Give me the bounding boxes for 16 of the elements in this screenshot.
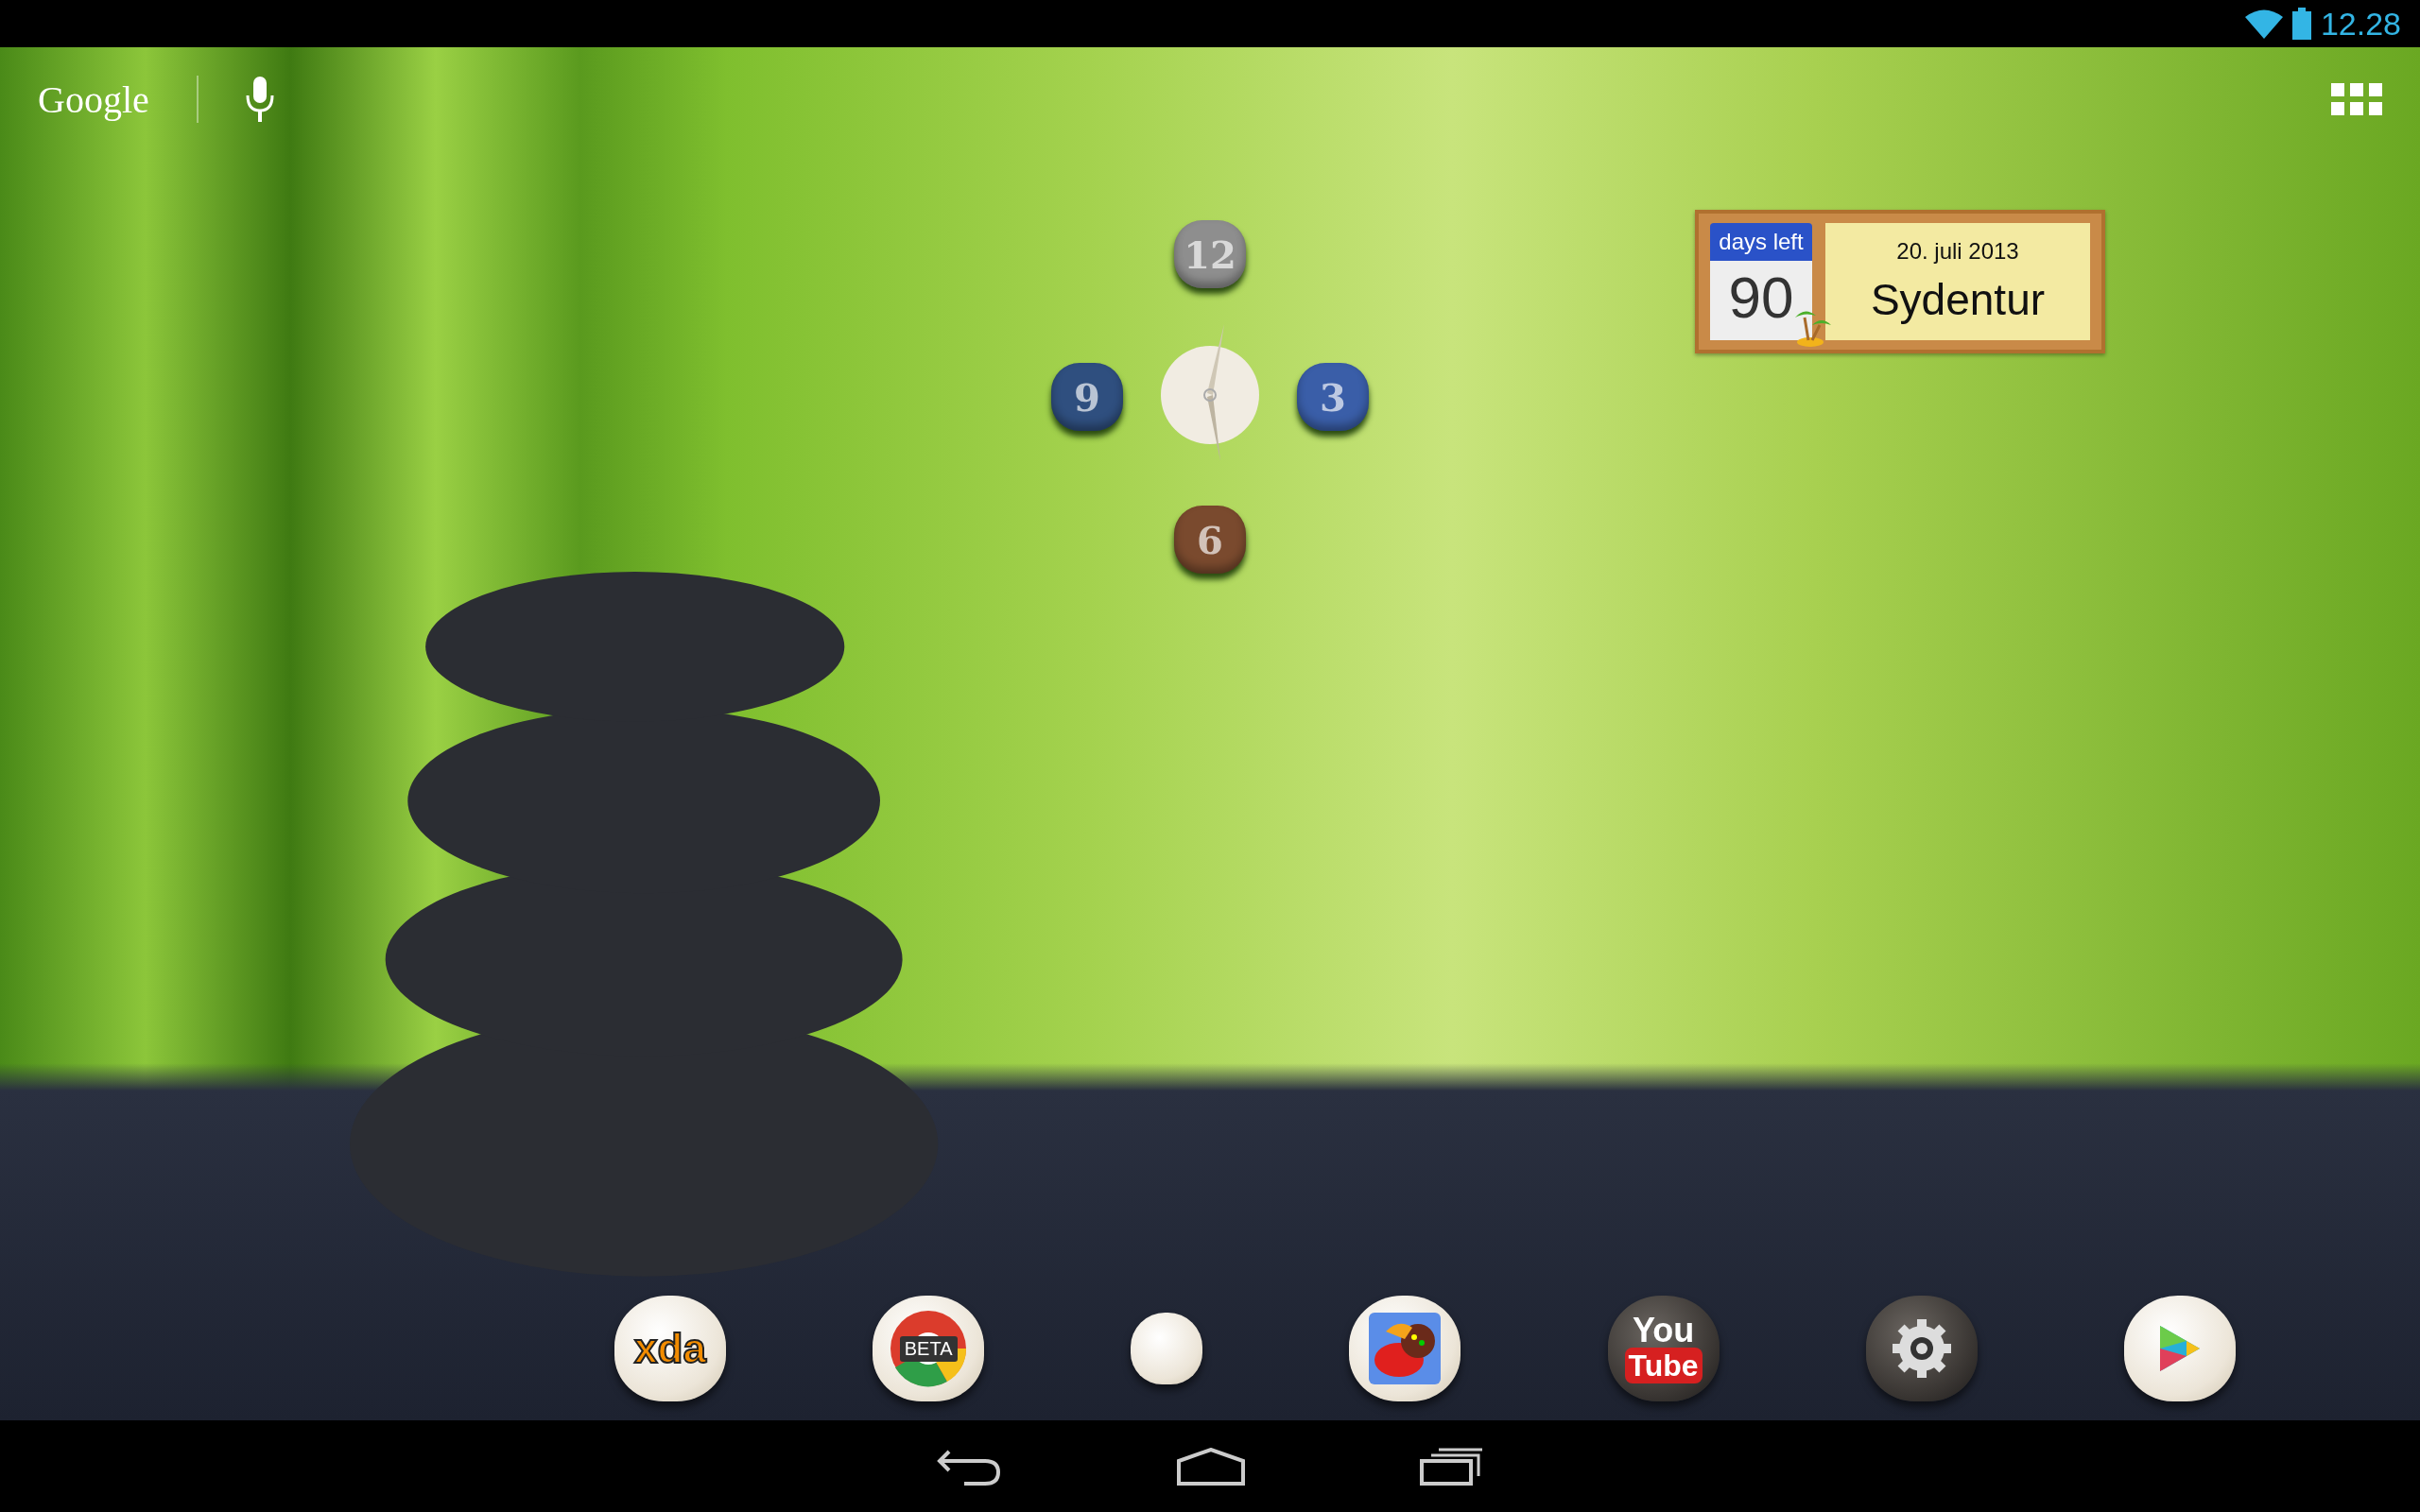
event-title: Sydentur (1870, 274, 2046, 325)
battery-icon (2291, 8, 2311, 40)
days-count: 90 (1710, 261, 1812, 340)
countdown-widget[interactable]: days left 90 20. juli 2013 Sydentur (1695, 210, 2105, 353)
status-time: 12.28 (2320, 5, 2401, 43)
you-label: You (1632, 1314, 1695, 1348)
play-triangle-icon (2157, 1324, 2202, 1373)
wifi-icon (2244, 9, 2283, 39)
recents-icon[interactable] (1420, 1447, 1484, 1486)
xda-logo-text: xda (634, 1325, 706, 1372)
event-date: 20. juli 2013 (1896, 238, 2019, 265)
microphone-icon[interactable] (245, 77, 274, 122)
days-left-label: days left (1710, 223, 1812, 261)
app-grid-icon[interactable] (2331, 83, 2382, 115)
tube-label: Tube (1624, 1348, 1703, 1383)
home-icon[interactable] (1177, 1447, 1245, 1486)
